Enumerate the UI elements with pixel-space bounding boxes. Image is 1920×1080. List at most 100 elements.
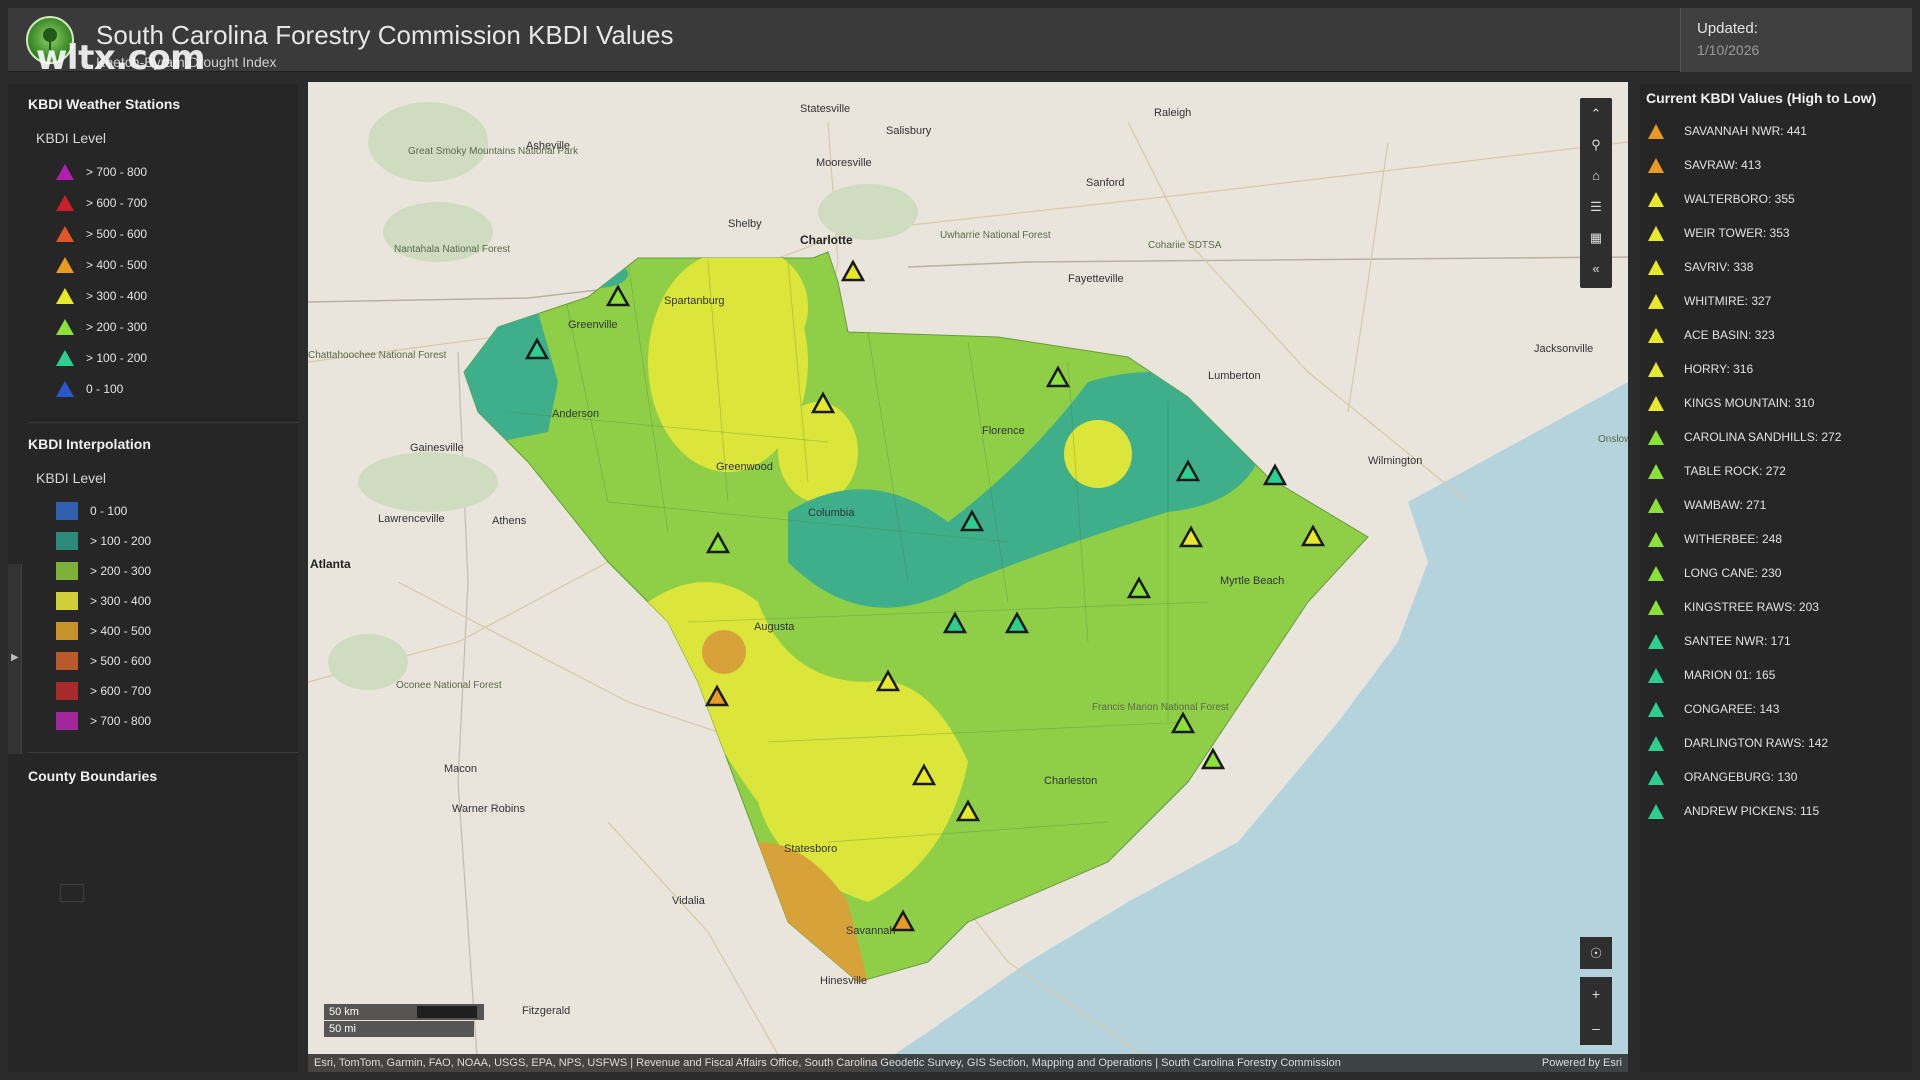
- chevron-right-icon: ▶: [11, 652, 19, 663]
- triangle-icon: [56, 380, 74, 397]
- updated-date: 1/10/2026: [1697, 42, 1760, 58]
- city-label: Lumberton: [1208, 370, 1261, 382]
- city-label: Spartanburg: [664, 295, 725, 307]
- station-list-item[interactable]: WALTERBORO: 355: [1640, 182, 1912, 216]
- station-label: CONGAREE: 143: [1684, 702, 1780, 716]
- station-list-item[interactable]: KINGS MOUNTAIN: 310: [1640, 386, 1912, 420]
- legend-label: > 100 - 200: [90, 534, 152, 548]
- station-list-item[interactable]: LONG CANE: 230: [1640, 556, 1912, 590]
- state-boundary: [308, 256, 1628, 303]
- city-label: Athens: [492, 515, 527, 527]
- station-list-item[interactable]: ORANGEBURG: 130: [1640, 760, 1912, 794]
- city-label: Statesboro: [784, 843, 837, 855]
- triangle-icon: [1648, 361, 1664, 377]
- legend-label: > 300 - 400: [90, 594, 152, 608]
- triangle-icon: [1648, 735, 1664, 751]
- city-label: Florence: [982, 425, 1025, 437]
- station-label: SAVRIV: 338: [1684, 260, 1754, 274]
- station-label: SAVRAW: 413: [1684, 158, 1762, 172]
- station-list-item[interactable]: SAVANNAH NWR: 441: [1640, 114, 1912, 148]
- zoom-out-button[interactable]: –: [1580, 1011, 1612, 1045]
- triangle-icon: [56, 163, 74, 180]
- triangle-icon: [56, 349, 74, 366]
- station-list-item[interactable]: SAVRIV: 338: [1640, 250, 1912, 284]
- map-view[interactable]: Statesville Raleigh Asheville Salisbury …: [308, 82, 1628, 1072]
- city-label: Shelby: [728, 218, 762, 230]
- city-label: Warner Robins: [452, 803, 525, 815]
- triangle-icon: [1648, 429, 1664, 445]
- triangle-icon: [1648, 157, 1664, 173]
- city-label: Atlanta: [310, 557, 351, 571]
- city-label: Charleston: [1044, 775, 1097, 787]
- legend-row: > 400 - 500: [28, 616, 298, 646]
- collapse-left-icon[interactable]: «: [1580, 253, 1612, 284]
- legend-row: > 400 - 500: [28, 249, 298, 280]
- legend-label: > 400 - 500: [90, 624, 152, 638]
- triangle-icon: [1648, 769, 1664, 785]
- triangle-icon: [1648, 123, 1664, 139]
- station-marker[interactable]: [1262, 463, 1288, 486]
- legend-panel: KBDI Weather Stations KBDI Level > 700 -…: [8, 84, 298, 1072]
- triangle-icon: [1648, 667, 1664, 683]
- legend-label: 0 - 100: [86, 381, 124, 396]
- city-label: Myrtle Beach: [1220, 575, 1284, 587]
- station-list-item[interactable]: ACE BASIN: 323: [1640, 318, 1912, 352]
- city-label: Macon: [444, 763, 477, 775]
- station-list-item[interactable]: MARION 01: 165: [1640, 658, 1912, 692]
- county-legend: County Boundaries: [28, 768, 298, 802]
- station-list-item[interactable]: WITHERBEE: 248: [1640, 522, 1912, 556]
- legend-row: > 300 - 400: [28, 280, 298, 311]
- station-list-item[interactable]: TABLE ROCK: 272: [1640, 454, 1912, 488]
- legend-collapse-handle[interactable]: ▶: [8, 564, 22, 754]
- triangle-icon: [1648, 633, 1664, 649]
- station-list-item[interactable]: KINGSTREE RAWS: 203: [1640, 590, 1912, 624]
- station-list-item[interactable]: HORRY: 316: [1640, 352, 1912, 386]
- collapse-up-icon[interactable]: ⌃: [1580, 98, 1612, 129]
- legend-row: > 300 - 400: [28, 586, 298, 616]
- station-list-item[interactable]: DARLINGTON RAWS: 142: [1640, 726, 1912, 760]
- layers-icon[interactable]: ☰: [1580, 191, 1612, 222]
- triangle-icon: [56, 287, 74, 304]
- city-label: Wilmington: [1368, 455, 1422, 467]
- legend-label: > 200 - 300: [86, 319, 148, 334]
- zoom-in-button[interactable]: +: [1580, 977, 1612, 1011]
- legend-label: > 200 - 300: [90, 564, 152, 578]
- station-list-item[interactable]: SANTEE NWR: 171: [1640, 624, 1912, 658]
- attribution-text: Esri, TomTom, Garmin, FAO, NOAA, USGS, E…: [314, 1057, 1341, 1069]
- station-label: LONG CANE: 230: [1684, 566, 1782, 580]
- station-list-item[interactable]: ANDREW PICKENS: 115: [1640, 794, 1912, 828]
- scale-km-bar: [417, 1006, 477, 1018]
- station-label: KINGS MOUNTAIN: 310: [1684, 396, 1815, 410]
- station-list-item[interactable]: CONGAREE: 143: [1640, 692, 1912, 726]
- legend-label: > 600 - 700: [86, 195, 148, 210]
- map-toolbar: ⌃ ⚲ ⌂ ☰ ▦ «: [1580, 98, 1612, 288]
- station-marker[interactable]: [840, 259, 866, 282]
- color-swatch: [56, 652, 78, 670]
- triangle-icon: [1648, 497, 1664, 513]
- station-label: ANDREW PICKENS: 115: [1684, 804, 1820, 818]
- color-swatch: [56, 622, 78, 640]
- locate-icon[interactable]: ☉: [1580, 937, 1612, 969]
- city-label: Chattahoochee National Forest: [308, 350, 447, 361]
- legend-label: > 700 - 800: [90, 714, 152, 728]
- weather-stations-legend: KBDI Weather Stations KBDI Level > 700 -…: [28, 96, 298, 404]
- station-list-item[interactable]: WHITMIRE: 327: [1640, 284, 1912, 318]
- home-icon[interactable]: ⌂: [1580, 160, 1612, 191]
- station-label: MARION 01: 165: [1684, 668, 1776, 682]
- city-label: Raleigh: [1154, 107, 1191, 119]
- station-label: SANTEE NWR: 171: [1684, 634, 1791, 648]
- station-list-item[interactable]: CAROLINA SANDHILLS: 272: [1640, 420, 1912, 454]
- station-list-item[interactable]: WEIR TOWER: 353: [1640, 216, 1912, 250]
- search-icon[interactable]: ⚲: [1580, 129, 1612, 160]
- station-list-item[interactable]: SAVRAW: 413: [1640, 148, 1912, 182]
- station-list-item[interactable]: WAMBAW: 271: [1640, 488, 1912, 522]
- color-swatch: [56, 682, 78, 700]
- city-label: Anderson: [552, 408, 599, 420]
- city-label: Greenville: [568, 319, 618, 331]
- map-canvas[interactable]: Statesville Raleigh Asheville Salisbury …: [308, 82, 1628, 1072]
- city-label: Jacksonville: [1534, 343, 1593, 355]
- city-label: Lawrenceville: [378, 513, 445, 525]
- scale-mi: 50 mi: [324, 1021, 474, 1037]
- basemap-gallery-icon[interactable]: ▦: [1580, 222, 1612, 253]
- powered-by[interactable]: Powered by Esri: [1542, 1054, 1622, 1072]
